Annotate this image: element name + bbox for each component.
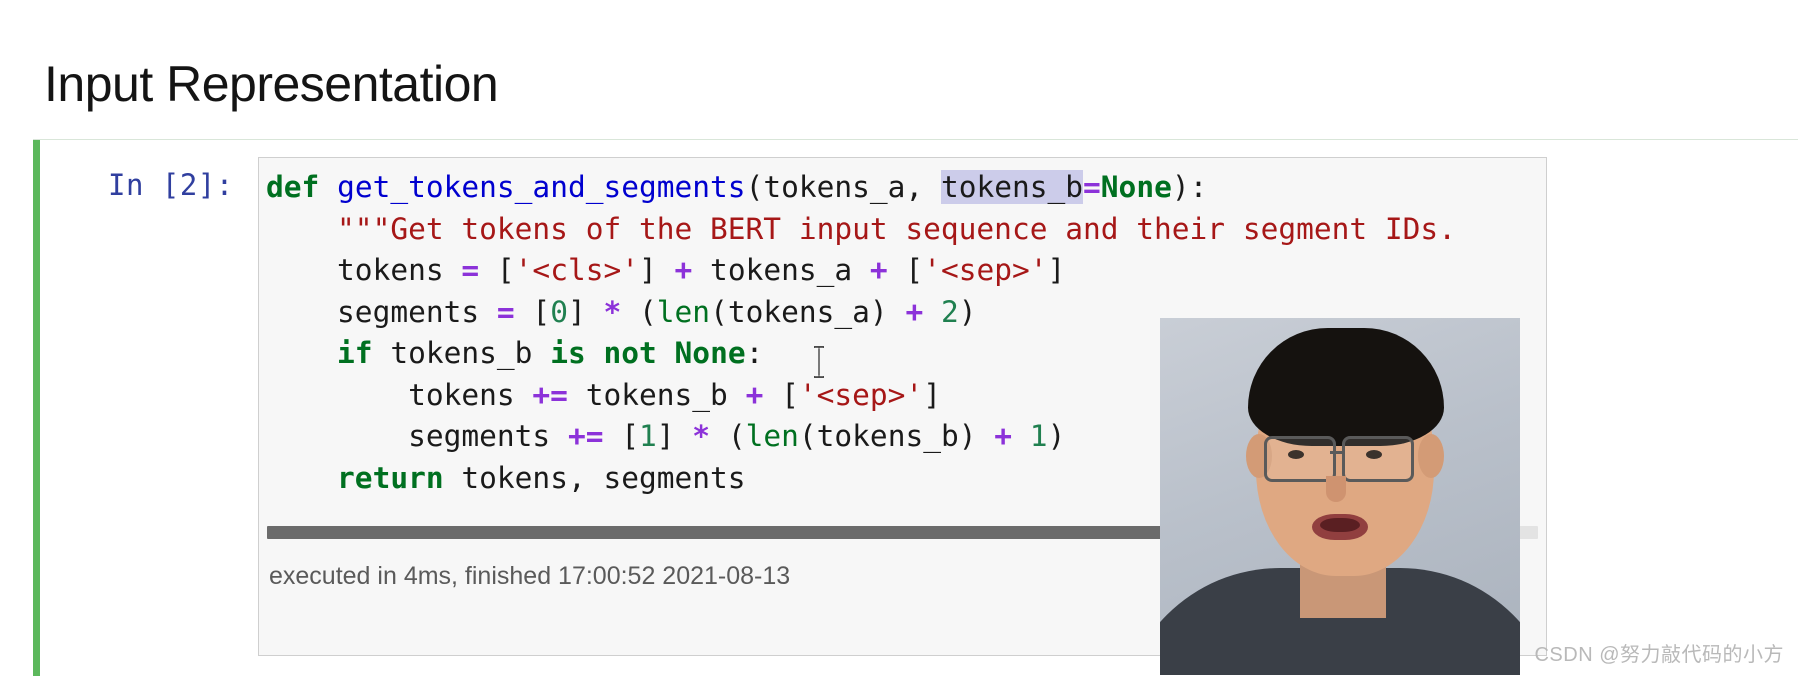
speaker-ear-right xyxy=(1418,434,1444,478)
code-token-op: + xyxy=(869,253,888,287)
code-token-kw: is xyxy=(550,336,586,370)
code-token-num: 1 xyxy=(1029,419,1048,453)
code-token-op: += xyxy=(567,419,604,453)
code-token-op: + xyxy=(905,294,924,329)
code-token-str: '<cls>' xyxy=(514,253,639,287)
code-token-kw: None xyxy=(674,336,746,370)
code-token-plain: tokens_a xyxy=(692,253,870,287)
code-token-op: = xyxy=(461,253,480,287)
speaker-hair xyxy=(1248,328,1444,446)
code-token-plain: [ xyxy=(479,253,515,287)
code-line[interactable]: tokens = ['<cls>'] + tokens_a + ['<sep>'… xyxy=(266,250,1546,292)
code-token-plain: ] xyxy=(639,253,675,287)
code-token-plain: (tokens_a) xyxy=(710,294,906,329)
code-token-num: 0 xyxy=(550,294,568,329)
code-token-plain: tokens_b xyxy=(372,336,551,370)
code-token-plain: tokens xyxy=(266,253,462,287)
code-token-op: = xyxy=(496,294,515,329)
notebook-code-cell[interactable]: In [2]: def get_tokens_and_segments(toke… xyxy=(33,139,1798,676)
code-token-op: = xyxy=(1083,170,1101,204)
code-token-bltn: len xyxy=(656,294,711,329)
code-token-num: 2 xyxy=(940,294,959,329)
code-token-op: += xyxy=(532,377,568,412)
code-token-plain: ] xyxy=(1047,253,1066,287)
code-token-plain: segments xyxy=(266,294,497,329)
code-token-op: + xyxy=(674,253,693,287)
page-title: Input Representation xyxy=(44,55,499,112)
code-token-plain: [ xyxy=(514,294,551,329)
code-token-plain: (tokens_a, xyxy=(745,170,941,204)
code-token-kw: return xyxy=(337,460,444,495)
code-token-plain: tokens_b xyxy=(567,377,746,412)
code-token-kw: not xyxy=(603,336,657,370)
code-token-plain: (tokens_b) xyxy=(798,419,995,453)
code-token-str: '<sep>' xyxy=(798,377,924,412)
code-token-fname: get_tokens_and_segments xyxy=(337,170,746,204)
speaker-nose xyxy=(1326,476,1346,502)
code-token-plain: segments xyxy=(266,419,568,453)
code-token-plain: ] xyxy=(567,294,604,329)
code-token-op: + xyxy=(745,377,764,412)
code-token-plain: ): xyxy=(1171,170,1208,204)
code-token-op: + xyxy=(994,419,1013,453)
eyeglass-lens-right xyxy=(1342,436,1414,482)
code-token-plain: [ xyxy=(763,377,799,412)
code-token-str: '<sep>' xyxy=(923,253,1048,287)
code-token-plain: ) xyxy=(958,294,977,329)
code-token-bltn: len xyxy=(745,419,799,453)
eyeglass-bridge xyxy=(1330,451,1342,454)
execution-status-text: executed in 4ms, finished 17:00:52 2021-… xyxy=(269,562,791,590)
webcam-video-overlay[interactable] xyxy=(1160,318,1520,675)
code-token-plain: ( xyxy=(621,294,657,329)
code-token-kw: if xyxy=(337,336,373,370)
code-token-op: * xyxy=(603,294,622,329)
code-token-op: * xyxy=(692,419,711,453)
code-line[interactable]: def get_tokens_and_segments(tokens_a, to… xyxy=(266,167,1546,209)
code-token-plain: : xyxy=(745,336,764,370)
code-token-plain: tokens xyxy=(266,377,533,412)
code-token-kw: def xyxy=(266,170,320,204)
cell-selected-accent-bar xyxy=(33,140,40,676)
speaker-mouth-inner xyxy=(1320,518,1360,532)
code-token-plain: [ xyxy=(603,419,639,453)
cell-inner: In [2]: def get_tokens_and_segments(toke… xyxy=(40,140,1798,675)
code-token-plain: tokens, segments xyxy=(443,460,746,495)
code-token-sel: tokens_b xyxy=(940,170,1084,204)
speaker-mouth xyxy=(1312,514,1368,540)
code-token-str: """Get tokens of the BERT input sequence… xyxy=(337,211,1456,246)
code-token-plain: ) xyxy=(1047,419,1066,453)
input-prompt-label: In [2]: xyxy=(108,168,234,202)
csdn-watermark: CSDN @努力敲代码的小方 xyxy=(1534,644,1784,666)
code-token-num: 1 xyxy=(639,419,657,453)
code-token-plain: ] xyxy=(923,377,941,412)
code-token-plain: ] xyxy=(656,419,693,453)
code-line[interactable]: """Get tokens of the BERT input sequence… xyxy=(266,209,1546,251)
code-token-kw: None xyxy=(1100,170,1172,204)
code-token-plain: ( xyxy=(710,419,746,453)
code-token-plain: [ xyxy=(887,253,924,287)
